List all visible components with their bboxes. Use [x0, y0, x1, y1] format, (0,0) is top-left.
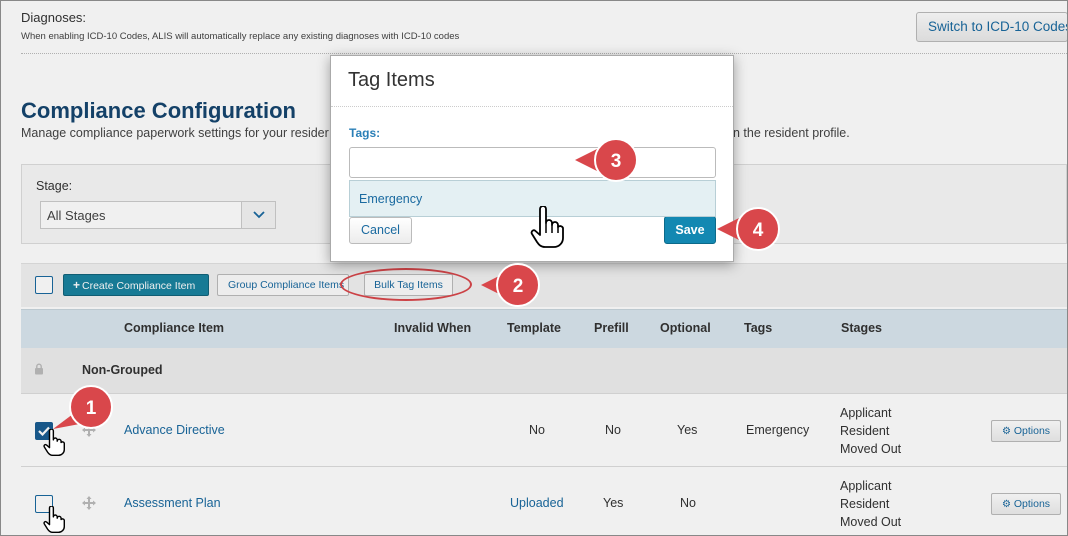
tags-label: Tags:: [349, 126, 381, 140]
hand-pointer-icon: [530, 206, 564, 248]
modal-divider: [331, 106, 733, 107]
tag-suggestion-item[interactable]: Emergency: [359, 192, 422, 206]
callout-2: 2: [481, 263, 540, 307]
callout-number: 4: [753, 220, 764, 241]
hand-pointer-icon: [43, 506, 65, 533]
callout-number: 1: [86, 398, 97, 419]
modal-title: Tag Items: [348, 69, 435, 91]
tags-input[interactable]: [349, 147, 716, 178]
cancel-button[interactable]: Cancel: [349, 217, 412, 244]
callout-number: 3: [611, 151, 622, 172]
callout-number: 2: [513, 276, 524, 297]
callout-1: 1: [53, 385, 113, 429]
callout-3: 3: [575, 138, 638, 182]
callout-4: 4: [717, 207, 780, 251]
save-button[interactable]: Save: [664, 216, 716, 244]
hand-pointer-icon: [43, 429, 65, 456]
compliance-page: Diagnoses: When enabling ICD-10 Codes, A…: [0, 0, 1068, 536]
